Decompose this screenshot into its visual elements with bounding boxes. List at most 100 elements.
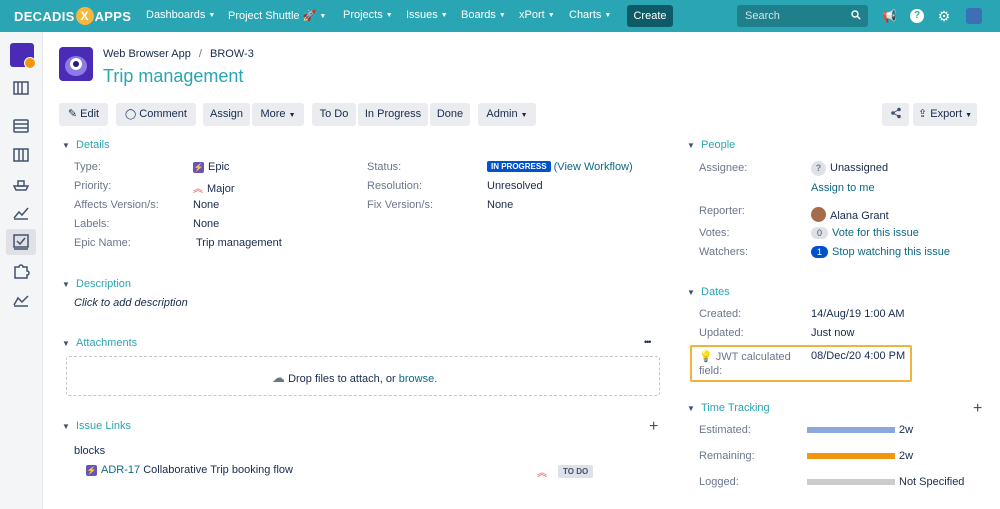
chevron-down-icon: ▼ xyxy=(547,12,555,19)
view-workflow-link[interactable]: (View Workflow) xyxy=(554,161,633,173)
attachments-section-toggle[interactable]: ▼ Attachments xyxy=(62,337,137,349)
time-tracking-section-toggle[interactable]: ▼ Time Tracking xyxy=(687,402,770,414)
export-button[interactable]: ⇪ Export ▼ xyxy=(913,103,977,126)
assign-to-me-link[interactable]: Assign to me xyxy=(811,182,875,194)
linked-issue-summary[interactable]: Collaborative Trip booking flow xyxy=(143,464,293,476)
status-badge: IN PROGRESS xyxy=(487,161,551,172)
nav-dashboards[interactable]: Dashboards ▼ xyxy=(146,9,215,21)
people-section-toggle[interactable]: ▼ People xyxy=(687,139,735,151)
log-work-button[interactable]: + xyxy=(973,400,982,418)
reports-icon[interactable] xyxy=(12,205,30,221)
nav-projects[interactable]: Projects ▼ xyxy=(343,9,393,21)
nav-project-shuttle[interactable]: Project Shuttle 🚀 ▼ xyxy=(228,9,326,22)
breadcrumb-separator: / xyxy=(198,48,202,60)
chevron-down-icon: ▼ xyxy=(62,339,70,348)
edit-button[interactable]: ✎ Edit xyxy=(59,103,108,126)
fix-version-label: Fix Version/s: xyxy=(367,199,434,211)
todo-button[interactable]: To Do xyxy=(312,103,356,126)
share-button[interactable] xyxy=(882,103,909,126)
labels-label: Labels: xyxy=(74,218,110,230)
export-icon: ⇪ xyxy=(917,108,928,120)
chevron-down-icon: ▼ xyxy=(288,112,296,119)
issues-icon[interactable] xyxy=(12,234,30,250)
estimated-value: 2w xyxy=(899,424,914,436)
watchers-count-badge: 1 xyxy=(811,246,828,258)
cloud-upload-icon: ☁ xyxy=(272,370,285,385)
project-sidebar xyxy=(0,32,43,509)
rocket-icon: 🚀 xyxy=(302,10,317,22)
decadis-apps-logo[interactable]: DECADIS X APPS xyxy=(14,7,131,26)
description-placeholder[interactable]: Click to add description xyxy=(74,297,188,309)
fix-version-value[interactable]: None xyxy=(487,199,513,211)
description-section-toggle[interactable]: ▼ Description xyxy=(62,278,131,290)
linked-issue-row[interactable]: ⚡ ADR-17 Collaborative Trip booking flow xyxy=(86,464,293,476)
type-value: ⚡ Epic xyxy=(193,161,230,173)
dropzone-text: ☁ Drop files to attach, or browse. xyxy=(272,370,438,385)
comment-button[interactable]: ◯ Comment xyxy=(116,103,196,126)
issue-links-section-toggle[interactable]: ▼ Issue Links xyxy=(62,420,131,432)
admin-button[interactable]: Admin ▼ xyxy=(478,103,536,126)
in-progress-button[interactable]: In Progress xyxy=(358,103,428,126)
board-icon[interactable] xyxy=(12,147,30,163)
details-section-toggle[interactable]: ▼ Details xyxy=(62,139,110,151)
reporter-value[interactable]: Alana Grant xyxy=(811,204,889,222)
resolution-value: Unresolved xyxy=(487,180,543,192)
assignee-value[interactable]: ? Unassigned xyxy=(811,161,888,176)
major-priority-icon: ︽ xyxy=(537,468,547,479)
chevron-down-icon: ▼ xyxy=(687,288,695,297)
chevron-down-icon: ▼ xyxy=(62,280,70,289)
search-input[interactable] xyxy=(737,5,868,27)
create-button[interactable]: Create xyxy=(627,5,673,27)
type-label: Type: xyxy=(74,161,101,173)
project-avatar[interactable] xyxy=(59,47,93,81)
watchers-value: 1 Stop watching this issue xyxy=(811,246,950,258)
ship-icon[interactable] xyxy=(12,176,30,192)
browse-link[interactable]: browse. xyxy=(399,373,438,385)
chevron-down-icon: ▼ xyxy=(385,12,393,19)
stop-watching-link[interactable]: Stop watching this issue xyxy=(832,246,950,258)
breadcrumb-issue-key[interactable]: BROW-3 xyxy=(210,48,254,60)
gear-icon[interactable]: ⚙ xyxy=(937,9,951,23)
list-icon[interactable] xyxy=(12,118,30,134)
updated-label: Updated: xyxy=(699,327,744,339)
status-label: Status: xyxy=(367,161,402,173)
breadcrumb-project-link[interactable]: Web Browser App xyxy=(103,48,191,60)
vote-link[interactable]: Vote for this issue xyxy=(832,227,919,239)
chevron-down-icon: ▼ xyxy=(687,141,695,150)
chart-icon[interactable] xyxy=(12,292,30,308)
nav-issues[interactable]: Issues ▼ xyxy=(406,9,448,21)
labels-value[interactable]: None xyxy=(193,218,219,230)
puzzle-icon[interactable] xyxy=(12,263,30,279)
logged-label: Logged: xyxy=(699,476,739,488)
add-link-button[interactable]: + xyxy=(649,418,658,436)
megaphone-icon[interactable]: 📢 xyxy=(882,9,897,23)
attachments-more-icon[interactable]: ••• xyxy=(644,337,652,347)
user-avatar[interactable] xyxy=(966,8,982,24)
search-icon[interactable] xyxy=(851,10,861,20)
nav-xport[interactable]: xPort ▼ xyxy=(519,9,555,21)
dates-section-toggle[interactable]: ▼ Dates xyxy=(687,286,730,298)
page-title[interactable]: Trip management xyxy=(103,66,243,87)
epic-name-value[interactable]: Trip management xyxy=(196,237,282,249)
chevron-down-icon: ▼ xyxy=(604,12,612,19)
more-button[interactable]: More ▼ xyxy=(252,103,304,126)
assign-button[interactable]: Assign xyxy=(203,103,250,126)
done-button[interactable]: Done xyxy=(430,103,470,126)
priority-label: Priority: xyxy=(74,180,112,192)
jwt-calculated-label-2: field: xyxy=(699,365,723,377)
remaining-label: Remaining: xyxy=(699,450,755,462)
created-label: Created: xyxy=(699,308,742,320)
reporter-avatar xyxy=(811,207,826,222)
backlog-icon[interactable] xyxy=(12,80,30,96)
top-navigation-bar: DECADIS X APPS Dashboards ▼ Project Shuttle… xyxy=(0,0,1000,32)
affects-version-value: None xyxy=(193,199,220,211)
linked-issue-status-badge: TO DO xyxy=(558,465,594,478)
nav-charts[interactable]: Charts ▼ xyxy=(569,9,611,21)
chevron-down-icon: ▼ xyxy=(62,422,70,431)
chevron-down-icon: ▼ xyxy=(208,12,216,19)
linked-issue-key[interactable]: ADR-17 xyxy=(101,464,140,476)
status-value: IN PROGRESS (View Workflow) xyxy=(487,161,633,173)
votes-value: 0 Vote for this issue xyxy=(811,227,919,239)
nav-boards[interactable]: Boards ▼ xyxy=(461,9,506,21)
help-icon[interactable]: ? xyxy=(910,9,924,23)
